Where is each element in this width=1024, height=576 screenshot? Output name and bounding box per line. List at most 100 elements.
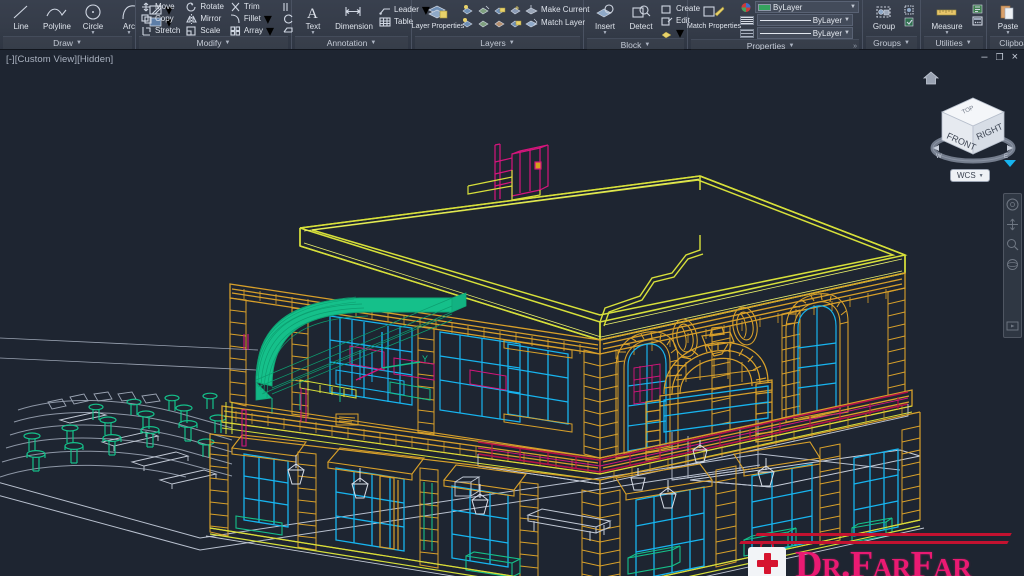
paste-button[interactable]: Paste ▼ (990, 1, 1024, 36)
edit-block-icon (661, 16, 673, 26)
chevron-down-icon: ▼ (75, 40, 82, 46)
autocad-window: Line Polyline Circle ▼ Arc ▼ ▾ ▾ Draw ▼ … (0, 0, 1024, 576)
rotate-button[interactable]: Rotate (184, 1, 226, 12)
measure-button[interactable]: Measure ▼ (924, 1, 970, 36)
ribbon-panel-utilities: Measure ▼ Utilities ▼ (921, 0, 987, 49)
layer-on-icon[interactable] (461, 4, 474, 15)
group-button[interactable]: Group (866, 1, 902, 31)
chevron-down-icon: ▼ (224, 40, 231, 46)
table-icon (379, 16, 391, 27)
match-layer-button[interactable]: Match Layer (525, 17, 585, 28)
layer-isolate-icon[interactable] (509, 4, 522, 15)
trim-icon (230, 2, 241, 12)
move-button[interactable]: Move (139, 1, 182, 12)
chevron-down-icon: ▼ (965, 40, 972, 46)
ungroup-button[interactable] (902, 4, 917, 15)
line-icon (11, 3, 31, 21)
make-current-button[interactable]: Make Current (525, 4, 589, 15)
home-icon[interactable] (922, 70, 940, 86)
line-button[interactable]: Line (3, 1, 39, 35)
panel-label-draw[interactable]: Draw ▼ (3, 36, 132, 49)
dimension-icon (342, 3, 366, 21)
linetype-combo[interactable]: ByLayer ▼ (757, 14, 853, 26)
ribbon-panel-block: Insert ▼ Detect Create Edit ▾ Block ▼ (584, 0, 700, 50)
text-dropdown[interactable]: ▼ (311, 31, 316, 36)
ribbon-panel-annotation: A Text ▼ Dimension Leader ▾ Table Annota… (292, 0, 430, 49)
insert-block-icon (594, 3, 616, 21)
lineweight-icon[interactable] (740, 28, 754, 38)
polyline-button[interactable]: Polyline (39, 1, 75, 35)
color-combo[interactable]: ByLayer ▼ (755, 1, 859, 13)
calculator-button[interactable] (970, 15, 985, 26)
text-button[interactable]: A Text ▼ (295, 1, 331, 36)
array-button[interactable]: Array ▾ (228, 23, 276, 40)
svg-text:A: A (307, 6, 318, 21)
mirror-button[interactable]: Mirror (184, 13, 226, 24)
scale-icon (186, 25, 197, 36)
layer-freeze-icon[interactable] (477, 4, 490, 15)
pan-icon[interactable] (1006, 218, 1019, 231)
chevron-down-icon: ▼ (844, 30, 850, 36)
property-lineweight-row: ByLayer ▼ (740, 27, 859, 39)
measure-icon (935, 3, 959, 21)
layer-unisolate-icon[interactable] (509, 17, 522, 28)
building-wireframe-model[interactable]: Y (0, 50, 1024, 576)
layer-lock-icon[interactable] (493, 4, 506, 15)
drawing-viewport[interactable]: [-][Custom View][Hidden] – ❐ × Y W E FRO… (0, 50, 1024, 576)
calculator-icon (972, 15, 983, 26)
ribbon-panel-layers: Layer Properties Make Current Match Laye… (412, 0, 589, 49)
zoom-icon[interactable] (1006, 238, 1019, 251)
leader-icon (379, 5, 391, 15)
array-icon (230, 25, 241, 36)
panel-label-groups[interactable]: Groups ▼ (866, 36, 917, 49)
linetype-icon[interactable] (740, 15, 754, 25)
view-cube[interactable]: W E FRONT RIGHT TOP (930, 90, 1016, 172)
panel-label-annotation[interactable]: Annotation ▼ (295, 36, 408, 49)
fillet-icon (230, 13, 241, 24)
paste-icon (998, 3, 1018, 21)
chevron-down-icon: ▼ (788, 43, 795, 49)
match-properties-button[interactable]: Match Properties (687, 1, 741, 39)
group-edit-button[interactable] (902, 16, 917, 27)
steering-wheel-icon[interactable] (1006, 198, 1019, 211)
panel-label-clipboard[interactable]: Clipboard (990, 36, 1024, 49)
chevron-down-icon: ▼ (370, 40, 377, 46)
ribbon-panel-groups: Group Groups ▼ (863, 0, 921, 49)
color-wheel-icon[interactable] (740, 2, 752, 13)
circle-icon (82, 3, 104, 21)
circle-button[interactable]: Circle ▼ (75, 1, 111, 36)
insert-block-button[interactable]: Insert ▼ (587, 1, 623, 38)
lineweight-combo[interactable]: ByLayer ▼ (757, 27, 853, 39)
dimension-button[interactable]: Dimension (331, 1, 377, 35)
layer-properties-button[interactable]: Layer Properties (412, 1, 464, 30)
insert-dropdown[interactable]: ▼ (603, 31, 608, 36)
create-block-icon (661, 4, 673, 14)
stretch-button[interactable]: Stretch (139, 25, 182, 36)
measure-dropdown[interactable]: ▼ (945, 31, 950, 36)
quickcalc-button[interactable] (970, 3, 985, 14)
arc-dropdown[interactable]: ▼ (127, 31, 132, 36)
navigation-bar[interactable] (1003, 193, 1022, 338)
copy-button[interactable]: Copy (139, 13, 182, 24)
layer-unlock-icon[interactable] (493, 17, 506, 28)
showmotion-icon[interactable] (1006, 319, 1019, 332)
property-color-row: ByLayer ▼ (740, 1, 859, 13)
panel-label-utilities[interactable]: Utilities ▼ (924, 36, 983, 49)
layer-properties-icon (426, 3, 450, 21)
wcs-selector[interactable]: WCS ▼ (950, 169, 990, 182)
chevron-down-icon: ▼ (644, 42, 651, 48)
panel-label-modify[interactable]: Modify ▼ (139, 36, 288, 49)
move-icon (141, 2, 152, 12)
make-current-icon (525, 4, 538, 15)
orbit-icon[interactable] (1006, 258, 1019, 271)
detect-block-button[interactable]: Detect (623, 1, 659, 38)
detect-block-icon (630, 3, 652, 21)
paste-dropdown[interactable]: ▼ (1006, 31, 1011, 36)
scale-button[interactable]: Scale (184, 25, 226, 36)
layer-off-icon[interactable] (461, 17, 474, 28)
panel-label-layers[interactable]: Layers ▼ (415, 36, 580, 49)
circle-dropdown[interactable]: ▼ (91, 31, 96, 36)
layer-thaw-icon[interactable] (477, 17, 490, 28)
watermark-accent-line (755, 533, 1012, 536)
chevron-down-icon: ▼ (850, 4, 856, 10)
